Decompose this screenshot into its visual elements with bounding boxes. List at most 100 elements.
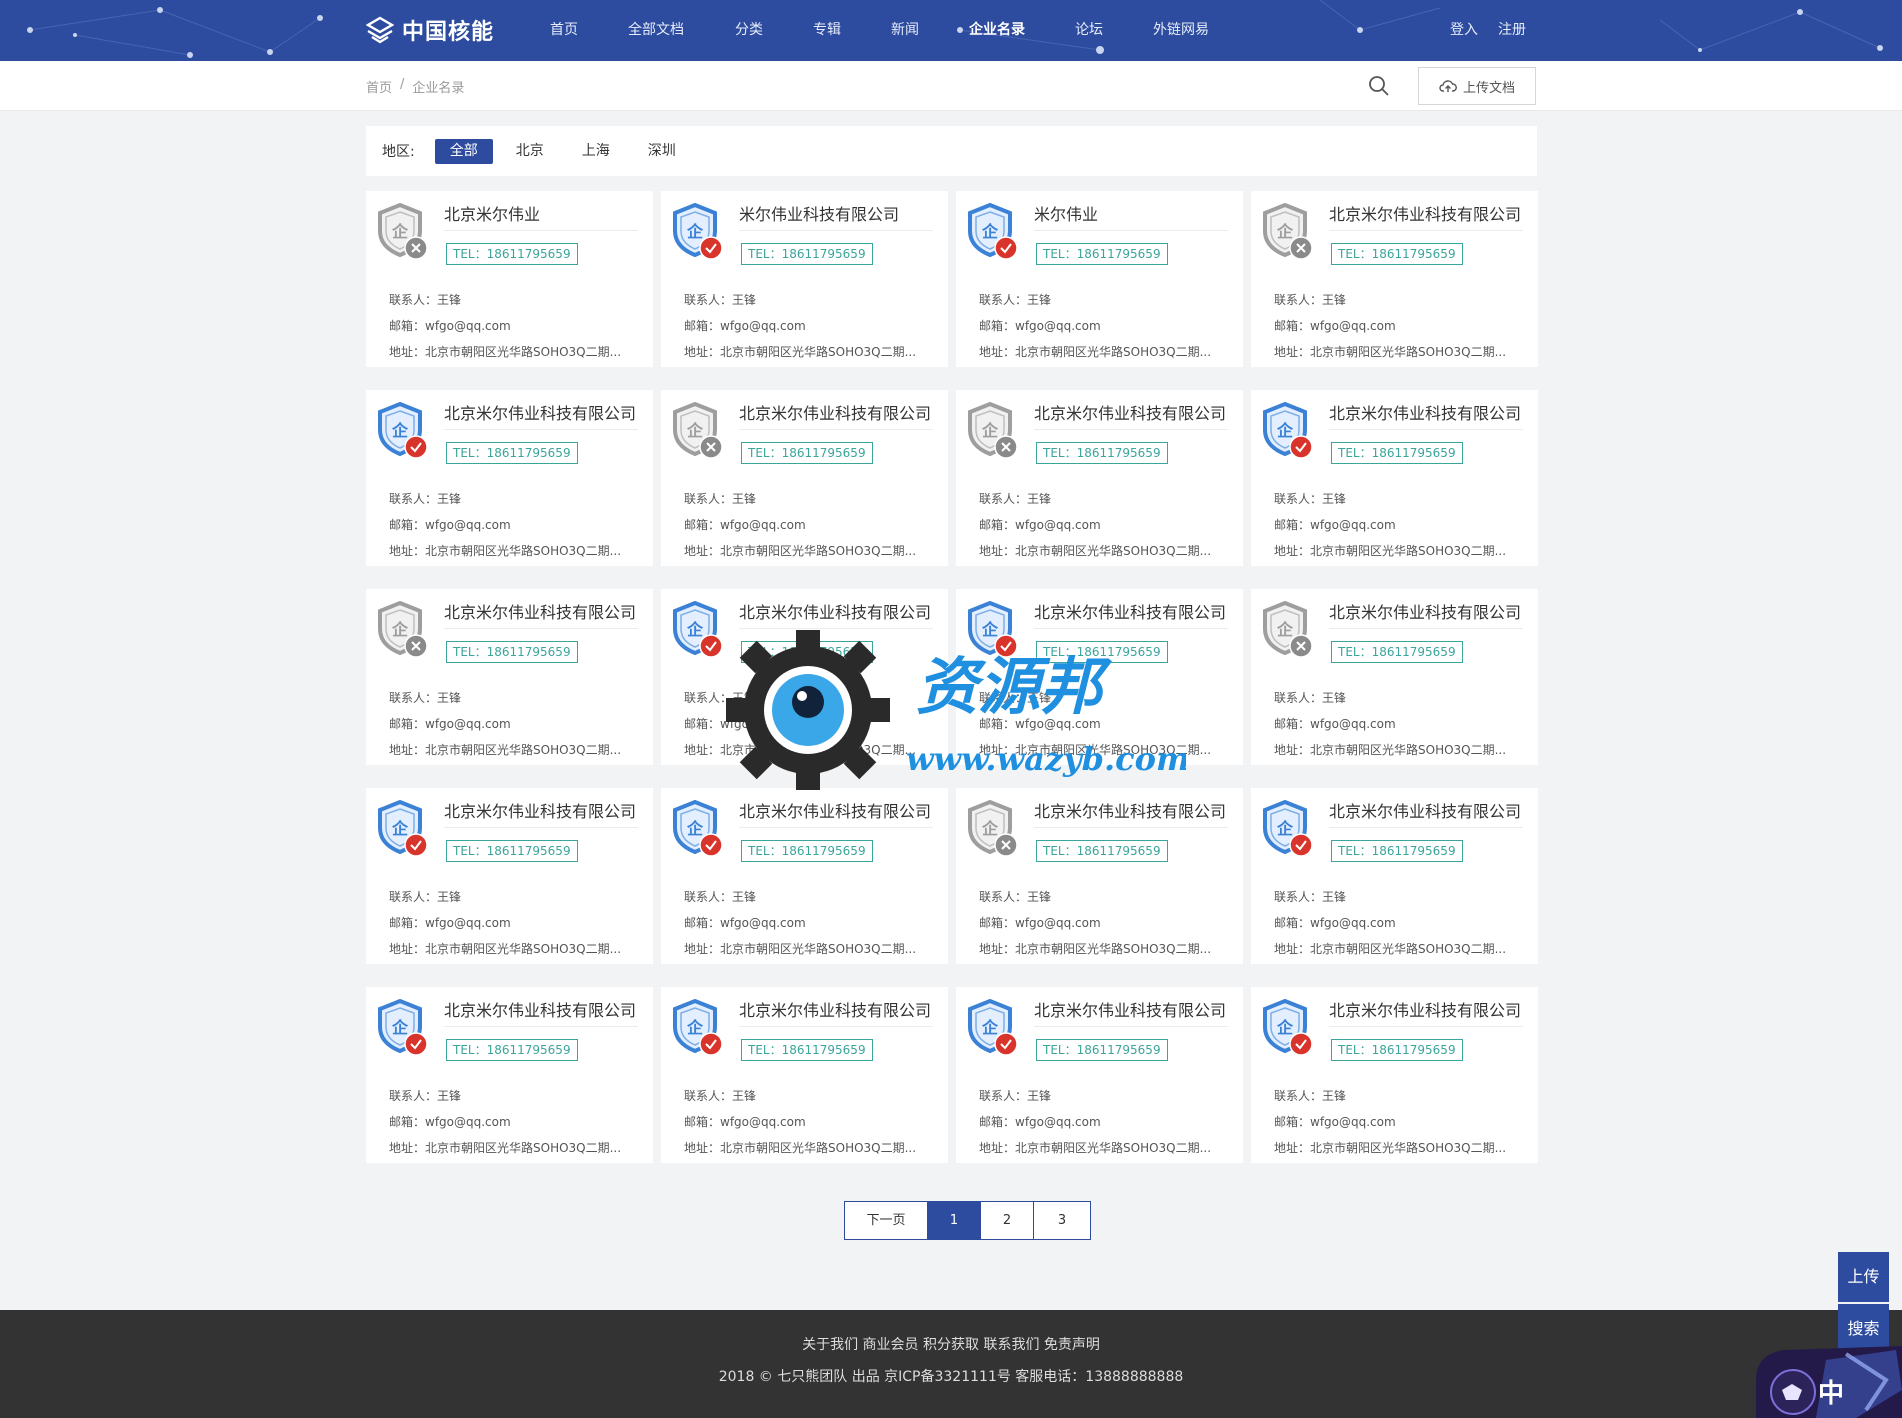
nav-external-links[interactable]: 外链网易 (1153, 0, 1209, 61)
company-card[interactable]: 企 北京米尔伟业科技有限公司 TEL：18611795659 联系人：王锋邮箱：wfg… (366, 589, 653, 765)
company-name[interactable]: 北京米尔伟业科技有限公司 (739, 997, 939, 1021)
company-contact: 联系人：王锋 (684, 492, 757, 506)
svg-text:企: 企 (981, 421, 999, 440)
footer-link-about[interactable]: 关于我们 (802, 1337, 858, 1353)
region-option-beijing[interactable]: 北京 (501, 139, 559, 164)
gear-icon (726, 630, 890, 790)
company-name[interactable]: 米尔伟业 (1034, 201, 1234, 225)
company-tel: TEL：18611795659 (446, 1039, 578, 1061)
company-address: 地址：北京市朝阳区光华路SOHO3Q二期... (389, 743, 622, 757)
company-name[interactable]: 北京米尔伟业科技有限公司 (444, 599, 644, 623)
breadcrumb-home[interactable]: 首页 (366, 77, 392, 96)
region-option-shanghai[interactable]: 上海 (567, 139, 625, 164)
verified-shield-icon: 企 (378, 402, 428, 458)
side-upload-button[interactable]: 上传 (1838, 1252, 1889, 1302)
company-address: 地址：北京市朝阳区光华路SOHO3Q二期... (1274, 1141, 1507, 1155)
company-address: 地址：北京市朝阳区光华路SOHO3Q二期... (1274, 743, 1507, 757)
company-name[interactable]: 北京米尔伟业科技有限公司 (444, 798, 644, 822)
company-name[interactable]: 北京米尔伟业科技有限公司 (1329, 997, 1529, 1021)
company-name[interactable]: 北京米尔伟业科技有限公司 (1034, 599, 1234, 623)
company-name[interactable]: 北京米尔伟业科技有限公司 (1034, 798, 1234, 822)
company-name[interactable]: 北京米尔伟业科技有限公司 (444, 997, 644, 1021)
company-card[interactable]: 企 北京米尔伟业科技有限公司 TEL：18611795659 联系人：王锋邮箱：wfg… (1251, 589, 1538, 765)
company-name[interactable]: 北京米尔伟业 (444, 201, 644, 225)
company-card[interactable]: 企 米尔伟业科技有限公司 TEL：18611795659 联系人：王锋 邮箱：wfgo@… (661, 191, 948, 367)
company-name[interactable]: 北京米尔伟业科技有限公司 (1329, 798, 1529, 822)
card-divider (1329, 827, 1523, 828)
nav-album[interactable]: 专辑 (813, 0, 841, 61)
svg-text:企: 企 (391, 620, 409, 639)
company-name[interactable]: 米尔伟业科技有限公司 (739, 201, 939, 225)
corner-badge[interactable]: 中 (1736, 1340, 1902, 1418)
nav-all-docs[interactable]: 全部文档 (628, 0, 684, 61)
pagination-page-2[interactable]: 2 (981, 1202, 1034, 1239)
svg-text:企: 企 (1276, 421, 1294, 440)
company-card[interactable]: 企 北京米尔伟业科技有限公司 TEL：18611795659 联系人：王锋邮箱：wfg… (1251, 788, 1538, 964)
company-contact: 联系人：王锋 (684, 293, 757, 307)
company-email: 邮箱：wfgo@qq.com (684, 1115, 806, 1129)
region-option-shenzhen[interactable]: 深圳 (633, 139, 691, 164)
footer-link-points[interactable]: 积分获取 (923, 1337, 979, 1353)
company-card[interactable]: 企 北京米尔伟业科技有限公司 TEL：18611795659 联系人：王锋邮箱：wfg… (661, 788, 948, 964)
company-card[interactable]: 企 北京米尔伟业科技有限公司 TEL：18611795659 联系人：王锋邮箱：wfg… (366, 987, 653, 1163)
register-link[interactable]: 注册 (1498, 0, 1526, 61)
company-tel: TEL：18611795659 (446, 641, 578, 663)
company-address: 地址：北京市朝阳区光华路SOHO3Q二期... (1274, 544, 1507, 558)
company-contact: 联系人：王锋 (1274, 890, 1347, 904)
company-name[interactable]: 北京米尔伟业科技有限公司 (739, 400, 939, 424)
company-email: 邮箱：wfgo@qq.com (389, 717, 511, 731)
company-name[interactable]: 北京米尔伟业科技有限公司 (444, 400, 644, 424)
company-card[interactable]: 企 北京米尔伟业科技有限公司 TEL：18611795659 联系人：王锋邮箱：wfg… (1251, 987, 1538, 1163)
top-navbar: 中国核能 首页 全部文档 分类 专辑 新闻 企业名录 论坛 外链网易 登入 注册 (0, 0, 1902, 61)
site-logo[interactable]: 中国核能 (366, 14, 494, 46)
company-card[interactable]: 企 北京米尔伟业科技有限公司 TEL：18611795659 联系人：王锋邮箱：wfg… (661, 390, 948, 566)
nav-company-directory[interactable]: 企业名录 (969, 0, 1025, 61)
svg-text:企: 企 (981, 819, 999, 838)
company-card[interactable]: 企 北京米尔伟业 TEL：18611795659 联系人：王锋 邮箱：wfgo@qq.c… (366, 191, 653, 367)
nav-home[interactable]: 首页 (550, 0, 578, 61)
company-name[interactable]: 北京米尔伟业科技有限公司 (1329, 599, 1529, 623)
pagination-next[interactable]: 下一页 (845, 1202, 928, 1239)
company-card[interactable]: 企 北京米尔伟业科技有限公司 TEL：18611795659 联系人：王锋邮箱：wfg… (956, 987, 1243, 1163)
nav-news[interactable]: 新闻 (891, 0, 919, 61)
company-name[interactable]: 北京米尔伟业科技有限公司 (739, 599, 939, 623)
company-card[interactable]: 企 北京米尔伟业科技有限公司 TEL：18611795659 联系人：王锋邮箱：wfg… (956, 788, 1243, 964)
card-divider (739, 429, 933, 430)
pagination-page-3[interactable]: 3 (1034, 1202, 1090, 1239)
card-divider (444, 827, 638, 828)
footer-link-contact[interactable]: 联系我们 (983, 1337, 1039, 1353)
company-card[interactable]: 企 北京米尔伟业科技有限公司 TEL：18611795659 联系人：王锋邮箱：wfg… (1251, 191, 1538, 367)
verified-shield-icon: 企 (968, 999, 1018, 1055)
upload-document-button[interactable]: 上传文档 (1418, 67, 1536, 105)
company-card[interactable]: 企 北京米尔伟业科技有限公司 TEL：18611795659 联系人：王锋邮箱：wfg… (366, 390, 653, 566)
company-name[interactable]: 北京米尔伟业科技有限公司 (1329, 400, 1529, 424)
company-card[interactable]: 企 北京米尔伟业科技有限公司 TEL：18611795659 联系人：王锋邮箱：wfg… (1251, 390, 1538, 566)
region-filter-label: 地区: (382, 144, 415, 160)
nav-forum[interactable]: 论坛 (1075, 0, 1103, 61)
company-card[interactable]: 企 北京米尔伟业科技有限公司 TEL：18611795659 联系人：王锋邮箱：wfg… (956, 390, 1243, 566)
company-tel: TEL：18611795659 (1331, 442, 1463, 464)
nav-category[interactable]: 分类 (735, 0, 763, 61)
login-link[interactable]: 登入 (1450, 0, 1478, 61)
pagination-page-1[interactable]: 1 (928, 1202, 981, 1239)
svg-text:企: 企 (686, 222, 704, 241)
verified-shield-icon: 企 (673, 800, 723, 856)
company-card[interactable]: 企 北京米尔伟业科技有限公司 TEL：18611795659 联系人：王锋邮箱：wfg… (366, 788, 653, 964)
footer-link-disclaimer[interactable]: 免责声明 (1044, 1337, 1100, 1353)
footer-link-membership[interactable]: 商业会员 (863, 1337, 919, 1353)
card-divider (444, 429, 638, 430)
search-button[interactable] (1366, 73, 1392, 99)
unverified-shield-icon: 企 (673, 402, 723, 458)
company-name[interactable]: 北京米尔伟业科技有限公司 (1329, 201, 1529, 225)
company-name[interactable]: 北京米尔伟业科技有限公司 (1034, 400, 1234, 424)
company-name[interactable]: 北京米尔伟业科技有限公司 (1034, 997, 1234, 1021)
region-option-all[interactable]: 全部 (434, 138, 493, 164)
company-name[interactable]: 北京米尔伟业科技有限公司 (739, 798, 939, 822)
watermark-title: 资源邦 (916, 650, 1113, 723)
company-card[interactable]: 企 北京米尔伟业科技有限公司 TEL：18611795659 联系人：王锋邮箱：wfg… (661, 987, 948, 1163)
card-divider (1329, 1026, 1523, 1027)
company-card[interactable]: 企 米尔伟业 TEL：18611795659 联系人：王锋 邮箱：wfgo@qq.com… (956, 191, 1243, 367)
company-email: 邮箱：wfgo@qq.com (979, 916, 1101, 930)
verified-shield-icon: 企 (1263, 800, 1313, 856)
pagination: 下一页 1 2 3 (844, 1201, 1091, 1240)
